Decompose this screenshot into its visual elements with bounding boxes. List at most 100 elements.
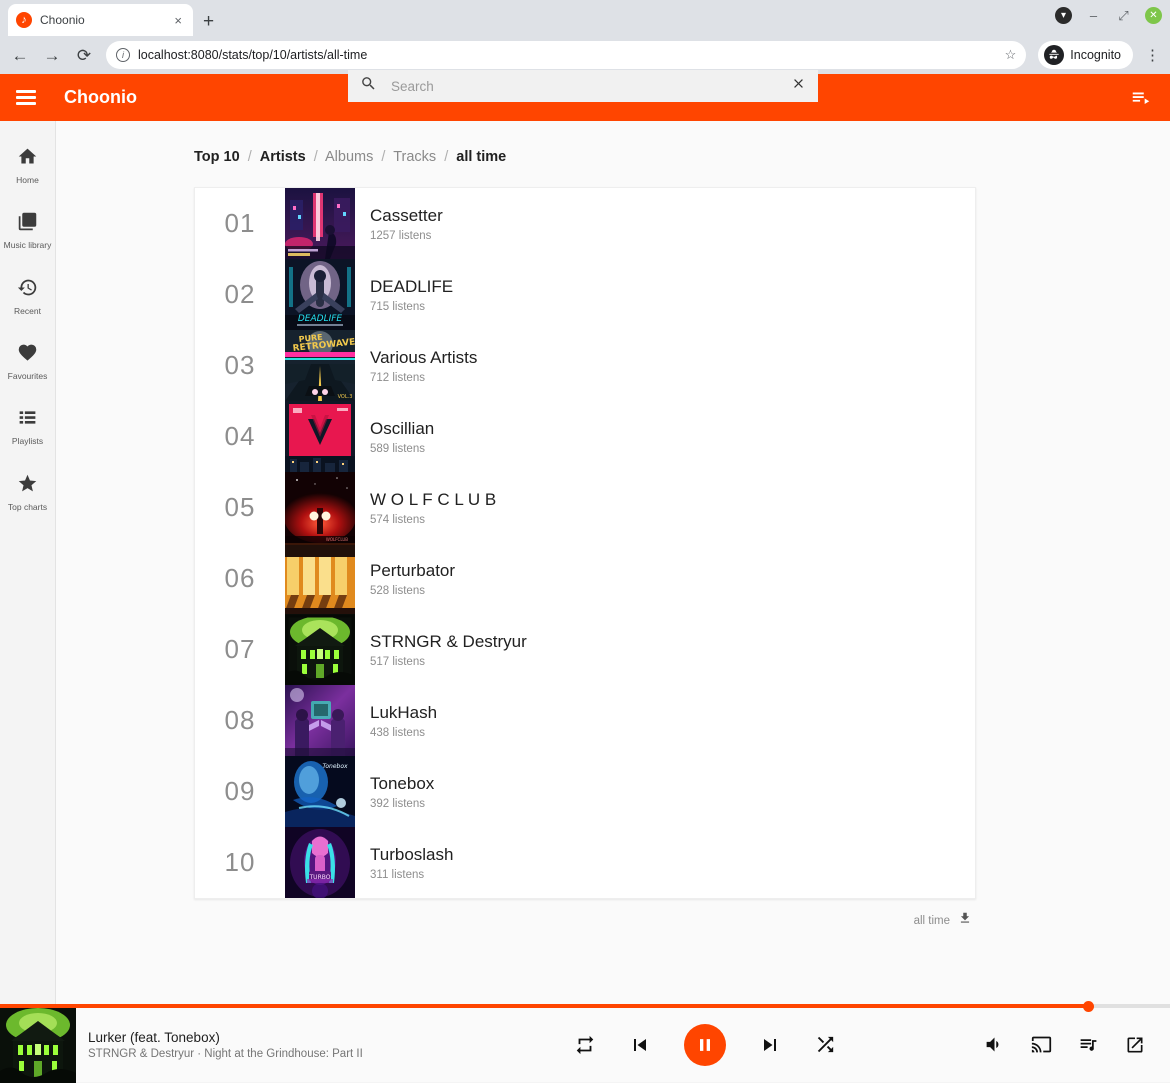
sidebar-item-label: Music library xyxy=(4,241,52,250)
row-text: Perturbator 528 listens xyxy=(355,560,455,596)
maximize-button[interactable]: ⤢ xyxy=(1115,8,1132,24)
sidebar-item-recent[interactable]: Recent xyxy=(0,268,56,323)
row-text: DEADLIFE 715 listens xyxy=(355,276,453,312)
artist-name: Tonebox xyxy=(370,773,434,794)
incognito-label: Incognito xyxy=(1070,48,1121,62)
table-row[interactable]: 02 DEADLIFE xyxy=(195,259,975,330)
artist-name: LukHash xyxy=(370,702,437,723)
back-button[interactable]: ← xyxy=(10,47,30,64)
browser-tab[interactable]: ♪ Choonio × xyxy=(8,4,193,36)
bookmark-star-icon[interactable]: ☆ xyxy=(1005,47,1017,63)
browser-tab-title: Choonio xyxy=(40,13,163,27)
table-row[interactable]: 08 xyxy=(195,685,975,756)
minimize-button[interactable]: – xyxy=(1085,8,1102,23)
skip-next-icon[interactable] xyxy=(758,1033,782,1057)
play-pause-button[interactable] xyxy=(684,1024,726,1066)
sidebar-item-music-library[interactable]: Music library xyxy=(0,202,56,257)
progress-bar[interactable] xyxy=(0,1004,1170,1008)
sidebar-item-label: Home xyxy=(16,176,39,185)
queue-music-icon[interactable] xyxy=(1078,1034,1099,1055)
player-right-controls xyxy=(984,1034,1170,1055)
table-row[interactable]: 06 xyxy=(195,543,975,614)
artist-name: Oscillian xyxy=(370,418,434,439)
forward-button[interactable]: → xyxy=(42,47,62,64)
sidebar-item-playlists[interactable]: Playlists xyxy=(0,398,56,453)
shuffle-icon[interactable] xyxy=(814,1033,837,1056)
listen-count: 517 listens xyxy=(370,656,527,668)
breadcrumb-item-top10[interactable]: Top 10 xyxy=(194,149,240,165)
now-playing-art xyxy=(0,1007,76,1083)
queue-play-icon[interactable] xyxy=(1130,87,1152,114)
artist-name: DEADLIFE xyxy=(370,276,453,297)
reload-button[interactable]: ⟳ xyxy=(74,47,94,64)
library-music-icon xyxy=(17,211,38,237)
search-bar[interactable] xyxy=(348,70,818,102)
album-art xyxy=(285,614,355,685)
artist-name: Various Artists xyxy=(370,347,477,368)
breadcrumb-item-albums[interactable]: Albums xyxy=(325,149,373,165)
album-art xyxy=(285,685,355,756)
star-icon xyxy=(17,473,38,499)
playlist-icon xyxy=(17,407,38,433)
clear-search-icon[interactable] xyxy=(791,76,806,96)
app-title: Choonio xyxy=(64,87,137,108)
new-tab-button[interactable]: + xyxy=(203,12,214,31)
skip-previous-icon[interactable] xyxy=(628,1033,652,1057)
app-body: Home Music library Recent Favourites Pla… xyxy=(0,121,1170,1013)
artist-name: Perturbator xyxy=(370,560,455,581)
heart-icon xyxy=(17,342,38,368)
sidebar-item-favourites[interactable]: Favourites xyxy=(0,333,56,388)
address-bar-url: localhost:8080/stats/top/10/artists/all-… xyxy=(138,48,997,62)
table-row[interactable]: 04 xyxy=(195,401,975,472)
incognito-indicator[interactable]: Incognito xyxy=(1038,41,1133,69)
close-window-button[interactable]: ✕ xyxy=(1145,7,1162,24)
progress-thumb[interactable] xyxy=(1083,1001,1094,1012)
table-row[interactable]: 01 xyxy=(195,188,975,259)
album-art xyxy=(285,188,355,259)
breadcrumb-separator: / xyxy=(444,149,448,165)
hamburger-icon[interactable] xyxy=(16,90,36,105)
search-input[interactable] xyxy=(391,79,777,94)
svg-text:DEADLIFE: DEADLIFE xyxy=(298,314,343,324)
open-in-new-icon[interactable] xyxy=(1125,1035,1145,1055)
incognito-icon xyxy=(1044,45,1064,65)
sidebar-item-home[interactable]: Home xyxy=(0,137,56,192)
chevron-down-icon[interactable]: ▾ xyxy=(1055,7,1072,24)
album-art: PURE RETROWAVE VOL.3 xyxy=(285,330,355,401)
listen-count: 392 listens xyxy=(370,798,434,810)
card-footer: all time xyxy=(194,899,976,930)
listen-count: 528 listens xyxy=(370,585,455,597)
address-bar[interactable]: i localhost:8080/stats/top/10/artists/al… xyxy=(106,41,1026,69)
close-icon[interactable]: × xyxy=(171,13,185,28)
top-artists-card: 01 xyxy=(194,187,976,899)
table-row[interactable]: 05 WOLFCLUB W O L F C L U B xyxy=(195,472,975,543)
now-playing-info: Lurker (feat. Tonebox) STRNGR & Destryur… xyxy=(76,1030,426,1060)
browser-menu-button[interactable]: ⋮ xyxy=(1145,48,1160,63)
cast-icon[interactable] xyxy=(1031,1034,1052,1055)
listen-count: 438 listens xyxy=(370,727,437,739)
listen-count: 715 listens xyxy=(370,301,453,313)
rank-number: 01 xyxy=(195,208,285,239)
breadcrumb-item-tracks[interactable]: Tracks xyxy=(393,149,436,165)
rank-number: 06 xyxy=(195,563,285,594)
table-row[interactable]: 10 TURBO Tur xyxy=(195,827,975,898)
listen-count: 712 listens xyxy=(370,372,477,384)
artist-name: Cassetter xyxy=(370,205,443,226)
row-text: Oscillian 589 listens xyxy=(355,418,434,454)
breadcrumb-item-all-time[interactable]: all time xyxy=(456,149,506,165)
main-content: Top 10 / Artists / Albums / Tracks / all… xyxy=(56,121,1170,1013)
breadcrumb-item-artists[interactable]: Artists xyxy=(260,149,306,165)
sidebar-item-top-charts[interactable]: Top charts xyxy=(0,464,56,519)
listen-count: 311 listens xyxy=(370,869,453,881)
volume-up-icon[interactable] xyxy=(984,1034,1005,1055)
browser-chrome: ♪ Choonio × + ▾ – ⤢ ✕ ← → ⟳ i localhost:… xyxy=(0,0,1170,74)
card-footer-label: all time xyxy=(914,915,950,927)
breadcrumb-separator: / xyxy=(381,149,385,165)
table-row[interactable]: 03 PURE RETROWAVE VOL.3 xyxy=(195,330,975,401)
rank-number: 08 xyxy=(195,705,285,736)
table-row[interactable]: 09 Tonebox Tonebox 392 listens xyxy=(195,756,975,827)
repeat-icon[interactable] xyxy=(574,1034,596,1056)
download-icon[interactable] xyxy=(958,911,972,930)
table-row[interactable]: 07 xyxy=(195,614,975,685)
rank-number: 10 xyxy=(195,847,285,878)
